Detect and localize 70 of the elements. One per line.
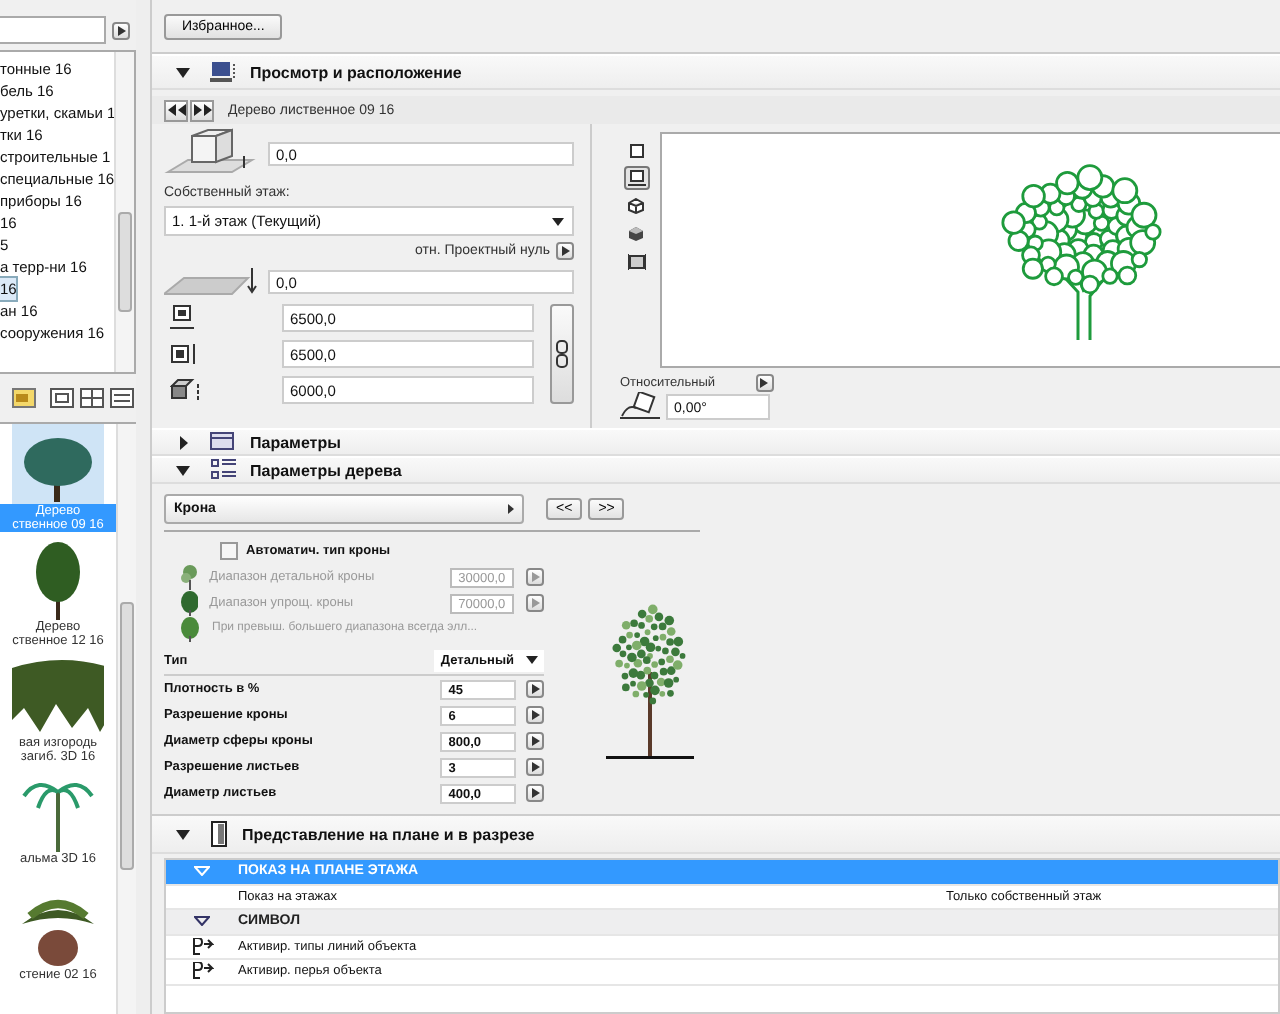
width-icon bbox=[170, 304, 194, 332]
section-title: Просмотр и расположение bbox=[250, 63, 462, 81]
section-icon bbox=[627, 254, 645, 270]
play-arrow-icon bbox=[561, 246, 569, 256]
rewind-icon bbox=[167, 104, 185, 116]
large-icons-view-icon[interactable] bbox=[50, 388, 74, 408]
section-title: Параметры дерева bbox=[250, 461, 402, 479]
play-arrow-icon bbox=[531, 598, 539, 608]
link-proportions-button[interactable] bbox=[550, 304, 574, 404]
arrow-button[interactable] bbox=[526, 758, 544, 776]
section-title: Параметры bbox=[250, 433, 341, 451]
tree-icon bbox=[20, 432, 96, 504]
arrow-button[interactable] bbox=[112, 21, 130, 39]
grid-view-icon[interactable] bbox=[80, 388, 104, 408]
play-arrow-icon bbox=[531, 788, 539, 798]
potted-plant-icon bbox=[18, 896, 98, 968]
expand-icon[interactable] bbox=[176, 435, 190, 449]
ellipsoid-tree-icon bbox=[180, 616, 200, 642]
tree-icon bbox=[180, 590, 198, 616]
monitor-icon bbox=[627, 170, 645, 186]
next-button[interactable] bbox=[190, 99, 214, 121]
play-arrow-icon bbox=[531, 736, 539, 746]
caret-icon bbox=[526, 656, 538, 664]
chain-link-icon bbox=[556, 340, 568, 368]
expand-icon[interactable] bbox=[176, 827, 190, 841]
folder-icon[interactable] bbox=[12, 388, 36, 408]
shaded-view-button[interactable] bbox=[623, 222, 649, 246]
play-arrow-icon bbox=[760, 378, 768, 388]
door-icon bbox=[210, 820, 230, 848]
expand-icon[interactable] bbox=[176, 65, 190, 79]
fast-forward-icon bbox=[193, 104, 211, 116]
expand-icon[interactable] bbox=[176, 463, 190, 477]
arrow-button[interactable] bbox=[556, 242, 574, 260]
play-arrow-icon bbox=[531, 684, 539, 694]
solid-cube-icon bbox=[628, 226, 644, 242]
depth-icon bbox=[170, 342, 198, 366]
arrow-button[interactable] bbox=[755, 374, 773, 392]
hedge-icon bbox=[12, 660, 104, 736]
tree-icon bbox=[180, 564, 198, 590]
section-view-button[interactable] bbox=[623, 250, 649, 274]
computer-icon bbox=[210, 60, 238, 84]
wire-view-button[interactable] bbox=[623, 194, 649, 218]
square-icon bbox=[629, 143, 643, 157]
wireframe-cube-icon bbox=[628, 198, 644, 214]
section-title: Представление на плане и в разрезе bbox=[242, 825, 535, 843]
rotation-angle-icon bbox=[620, 392, 660, 420]
pen-icon bbox=[191, 937, 213, 956]
play-arrow-icon bbox=[117, 25, 125, 35]
library-path-field[interactable] bbox=[0, 16, 106, 44]
caret-icon bbox=[552, 217, 564, 225]
checkbox[interactable] bbox=[220, 542, 238, 560]
caret-icon bbox=[508, 504, 514, 514]
elevation-view-button[interactable] bbox=[623, 166, 649, 190]
base-offset-icon bbox=[164, 266, 260, 298]
play-arrow-icon bbox=[531, 762, 539, 772]
list-view-icon[interactable] bbox=[110, 388, 134, 408]
arrow-button[interactable] bbox=[526, 680, 544, 698]
arrow-button[interactable] bbox=[526, 706, 544, 724]
play-arrow-icon bbox=[531, 710, 539, 720]
arrow-button[interactable] bbox=[526, 732, 544, 750]
previous-button[interactable] bbox=[164, 99, 188, 121]
list-settings-icon bbox=[210, 458, 238, 482]
height-icon bbox=[170, 378, 202, 402]
scrollbar[interactable] bbox=[114, 52, 134, 372]
play-arrow-icon bbox=[531, 572, 539, 582]
arrow-button[interactable] bbox=[526, 784, 544, 802]
pen-icon bbox=[191, 962, 213, 981]
scrollbar[interactable] bbox=[116, 424, 136, 1014]
expand-icon[interactable] bbox=[194, 916, 210, 927]
table-icon bbox=[210, 432, 238, 452]
